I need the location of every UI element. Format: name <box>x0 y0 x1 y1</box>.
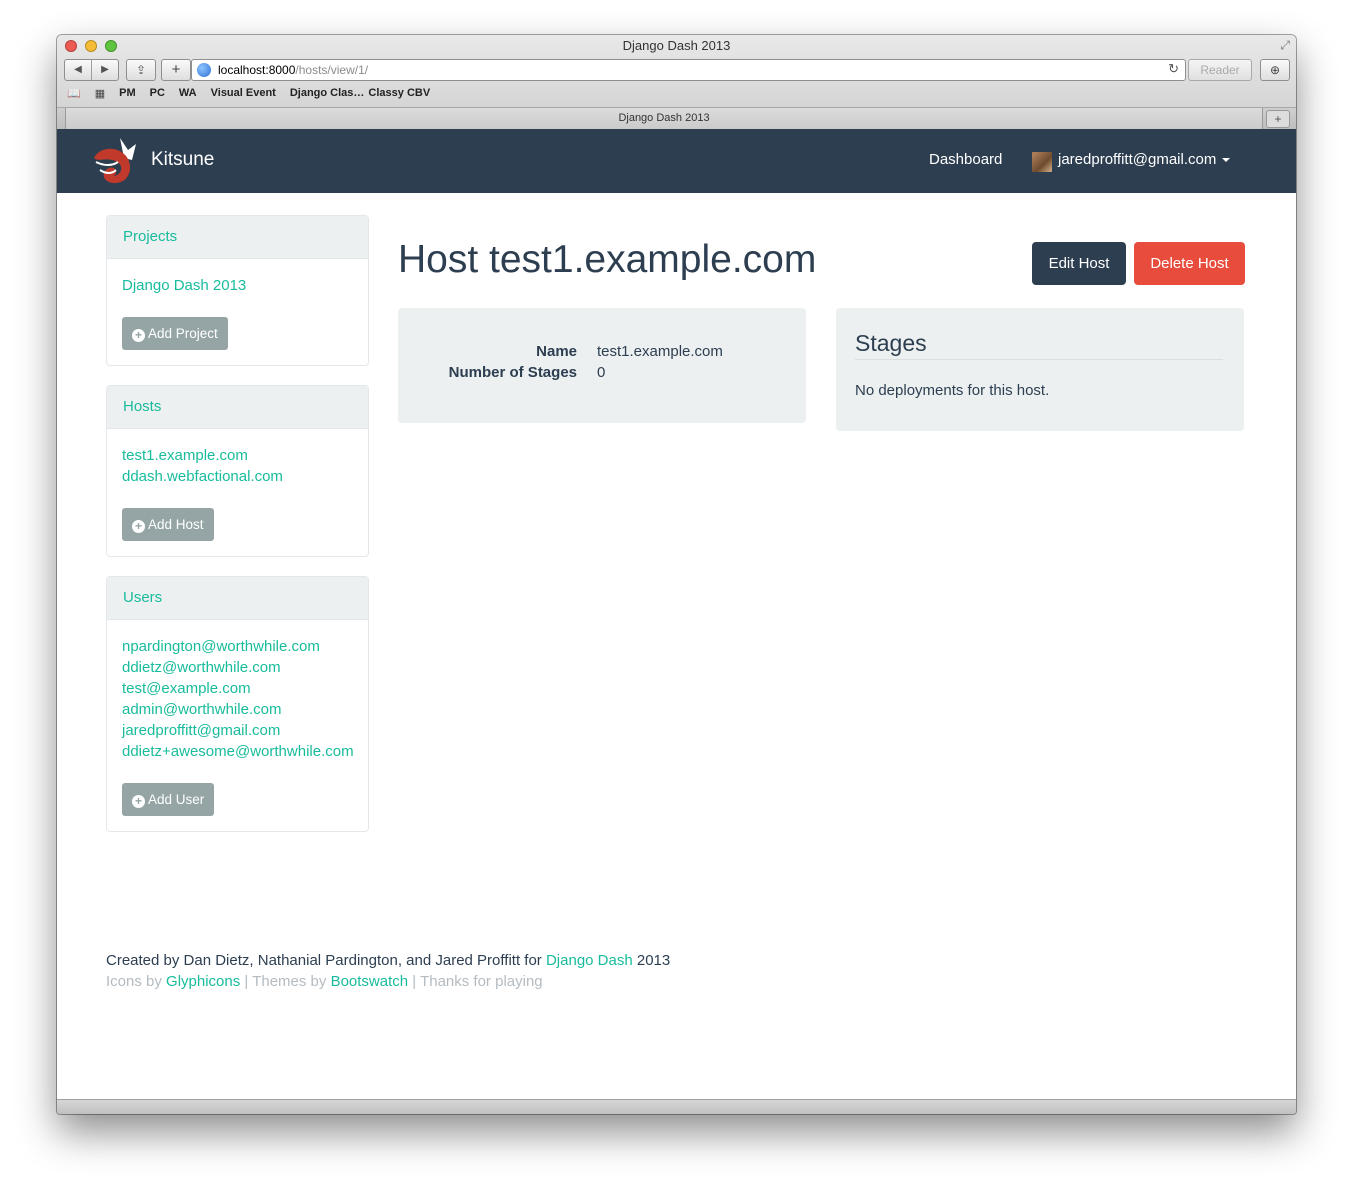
browser-window: Django Dash 2013 ⤢ ◀ ▶ ⇪ + localhost:800… <box>57 35 1296 1114</box>
url-text: localhost:8000/hosts/view/1/ <box>218 63 368 77</box>
reading-list-icon[interactable]: 📖 <box>67 87 81 100</box>
add-user-label: Add User <box>148 792 205 807</box>
user-link[interactable]: jaredproffitt@gmail.com <box>122 720 353 741</box>
stages-well: Stages No deployments for this host. <box>836 308 1244 431</box>
projects-panel-title: Projects <box>107 216 368 259</box>
django-dash-link[interactable]: Django Dash <box>546 952 633 969</box>
bookmark-item[interactable]: PC <box>150 87 165 100</box>
glyphicons-link[interactable]: Glyphicons <box>166 973 240 990</box>
add-user-button[interactable]: + Add User <box>122 783 215 816</box>
bookmarks-bar: 📖 ▦ PM PC WA Visual Event Django Clas… C… <box>67 87 430 100</box>
nav-dashboard-link[interactable]: Dashboard <box>929 151 1002 168</box>
stages-heading: Stages <box>855 330 927 356</box>
user-link[interactable]: test@example.com <box>122 678 353 699</box>
bookmark-item[interactable]: PM <box>119 87 136 100</box>
user-email: jaredproffitt@gmail.com <box>1058 151 1217 168</box>
detail-label: Name <box>536 343 577 360</box>
users-panel-title: Users <box>107 577 368 620</box>
hosts-panel: Hosts test1.example.com ddash.webfaction… <box>106 385 369 557</box>
user-link[interactable]: npardington@worthwhile.com <box>122 636 353 657</box>
host-link[interactable]: ddash.webfactional.com <box>122 466 353 487</box>
top-navbar: Kitsune Dashboard jaredproffitt@gmail.co… <box>57 129 1296 193</box>
bookmark-item[interactable]: WA <box>179 87 197 100</box>
footer-year: 2013 <box>632 952 671 969</box>
browser-chrome: Django Dash 2013 ⤢ ◀ ▶ ⇪ + localhost:800… <box>57 35 1296 130</box>
bookmark-item[interactable]: Classy CBV <box>368 87 430 100</box>
add-bookmark-icon[interactable]: + <box>161 59 191 81</box>
share-icon[interactable]: ⇪ <box>126 59 156 81</box>
fullscreen-icon[interactable]: ⤢ <box>1280 38 1290 53</box>
project-link[interactable]: Django Dash 2013 <box>122 275 353 296</box>
detail-value: 0 <box>597 364 606 381</box>
kitsune-logo-icon[interactable] <box>90 136 140 186</box>
user-link[interactable]: ddietz+awesome@worthwhile.com <box>122 741 354 762</box>
page-title: Host test1.example.com <box>398 238 817 281</box>
top-sites-icon[interactable]: ▦ <box>95 87 105 100</box>
add-project-label: Add Project <box>148 326 218 341</box>
new-tab-icon[interactable]: + <box>1266 110 1290 128</box>
user-menu[interactable]: jaredproffitt@gmail.com <box>1058 151 1231 168</box>
back-forward-buttons: ◀ ▶ <box>64 59 119 81</box>
bootswatch-link[interactable]: Bootswatch <box>331 973 409 990</box>
status-bar <box>57 1099 1296 1114</box>
themes-by-text: | Themes by <box>240 973 331 990</box>
bookmark-item[interactable]: Django Clas… <box>290 87 365 100</box>
forward-icon[interactable]: ▶ <box>92 60 118 80</box>
url-path: /hosts/view/1/ <box>295 63 369 77</box>
add-host-button[interactable]: + Add Host <box>122 508 214 541</box>
host-details-well: Name test1.example.com Number of Stages … <box>398 308 806 423</box>
users-panel: Users npardington@worthwhile.com ddietz@… <box>106 576 369 832</box>
bookmark-item[interactable]: Visual Event <box>211 87 276 100</box>
reload-icon[interactable]: ↻ <box>1168 61 1179 77</box>
tab-strip: Django Dash 2013 + <box>57 107 1296 130</box>
add-project-button[interactable]: + Add Project <box>122 317 228 350</box>
footer-attributions: Icons by Glyphicons | Themes by Bootswat… <box>106 973 543 990</box>
host-link[interactable]: test1.example.com <box>122 445 353 466</box>
user-link[interactable]: ddietz@worthwhile.com <box>122 657 353 678</box>
detail-label: Number of Stages <box>448 364 577 381</box>
stages-empty-text: No deployments for this host. <box>855 382 1050 399</box>
tab-active[interactable]: Django Dash 2013 <box>65 108 1263 129</box>
url-host: localhost:8000 <box>218 63 296 77</box>
edit-host-button[interactable]: Edit Host <box>1032 242 1126 285</box>
downloads-icon[interactable]: ⊕ <box>1260 59 1290 81</box>
user-link[interactable]: admin@worthwhile.com <box>122 699 353 720</box>
projects-panel: Projects Django Dash 2013 + Add Project <box>106 215 369 366</box>
add-host-label: Add Host <box>148 517 204 532</box>
reader-button[interactable]: Reader <box>1188 59 1252 81</box>
footer-credits-text: Created by Dan Dietz, Nathanial Pardingt… <box>106 952 546 969</box>
window-title: Django Dash 2013 <box>622 38 731 53</box>
brand-name[interactable]: Kitsune <box>151 149 214 171</box>
avatar <box>1032 152 1052 172</box>
plus-circle-icon: + <box>132 520 145 533</box>
chevron-down-icon <box>1222 158 1231 163</box>
back-icon[interactable]: ◀ <box>65 60 92 80</box>
hosts-panel-title: Hosts <box>107 386 368 429</box>
plus-circle-icon: + <box>132 795 145 808</box>
footer-credits: Created by Dan Dietz, Nathanial Pardingt… <box>106 952 670 969</box>
address-bar[interactable]: localhost:8000/hosts/view/1/ ↻ <box>191 59 1186 81</box>
plus-circle-icon: + <box>132 329 145 342</box>
icons-by-text: Icons by <box>106 973 167 990</box>
detail-value: test1.example.com <box>597 343 723 360</box>
divider <box>855 359 1223 360</box>
delete-host-button[interactable]: Delete Host <box>1134 242 1245 285</box>
globe-icon <box>197 63 211 77</box>
thanks-text: | Thanks for playing <box>408 973 543 990</box>
